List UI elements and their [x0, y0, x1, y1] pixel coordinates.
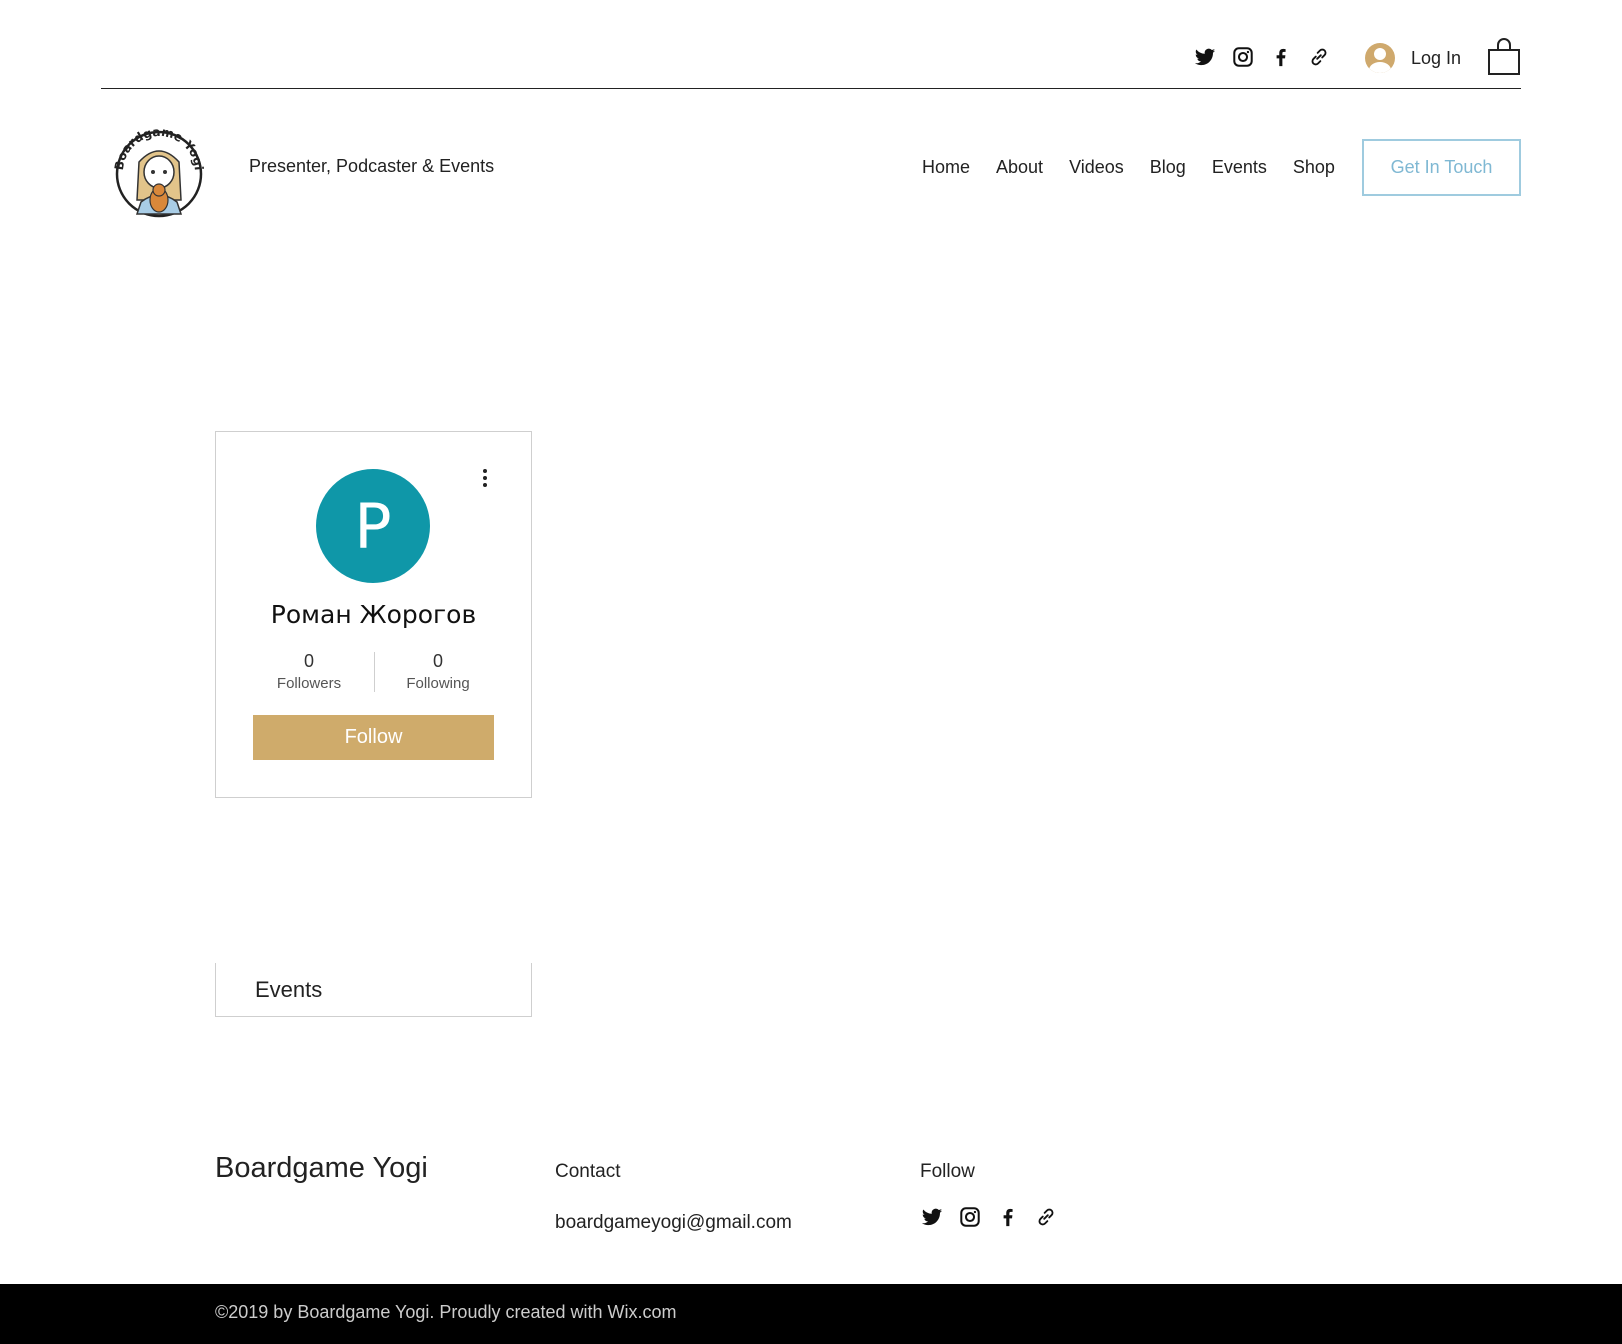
stats-divider: [374, 652, 375, 692]
followers-label: Followers: [276, 675, 342, 692]
nav-events[interactable]: Events: [1212, 157, 1267, 178]
twitter-icon[interactable]: [1194, 46, 1216, 68]
followers-count: 0: [303, 651, 314, 671]
login-label: Log In: [1411, 47, 1462, 68]
link-icon[interactable]: [1308, 46, 1330, 68]
get-in-touch-button[interactable]: Get In Touch: [1362, 139, 1521, 196]
facebook-icon[interactable]: [997, 1206, 1019, 1228]
nav-about[interactable]: About: [996, 157, 1043, 178]
footer-email-link[interactable]: boardgameyogi@gmail.com: [555, 1212, 792, 1234]
header-social-links: [1194, 46, 1346, 68]
user-avatar-icon: [1365, 43, 1395, 73]
site-logo[interactable]: Boardgame Yogi: [111, 122, 207, 218]
following-label: Following: [406, 675, 470, 692]
followers-stat[interactable]: 0 Followers: [259, 651, 359, 692]
events-tab-label: Events: [255, 977, 323, 1002]
twitter-icon[interactable]: [921, 1206, 943, 1228]
shopping-bag-icon[interactable]: [1487, 38, 1521, 76]
nav-videos[interactable]: Videos: [1069, 157, 1124, 178]
profile-name: Роман Жорогов: [270, 600, 477, 629]
follow-button[interactable]: Follow: [253, 715, 494, 760]
footer-contact-heading: Contact: [555, 1161, 621, 1182]
login-button[interactable]: Log In: [1365, 43, 1461, 73]
footer-brand: Boardgame Yogi: [215, 1152, 428, 1184]
nav-home[interactable]: Home: [922, 157, 970, 178]
following-count: 0: [432, 651, 443, 671]
footer-social-links: [921, 1206, 1073, 1228]
link-icon[interactable]: [1035, 1206, 1057, 1228]
footer-follow-heading: Follow: [920, 1161, 975, 1182]
copyright-text: ©2019 by Boardgame Yogi. Proudly created…: [215, 1302, 677, 1322]
facebook-icon[interactable]: [1270, 46, 1292, 68]
instagram-icon[interactable]: [1232, 46, 1254, 68]
more-vertical-icon[interactable]: [477, 466, 493, 494]
profile-avatar: P: [316, 469, 430, 583]
nav-blog[interactable]: Blog: [1150, 157, 1186, 178]
header-divider: [101, 88, 1521, 89]
main-nav: Home About Videos Blog Events Shop: [922, 157, 1361, 178]
nav-shop[interactable]: Shop: [1293, 157, 1335, 178]
instagram-icon[interactable]: [959, 1206, 981, 1228]
site-tagline: Presenter, Podcaster & Events: [249, 156, 495, 176]
following-stat[interactable]: 0 Following: [388, 651, 488, 692]
